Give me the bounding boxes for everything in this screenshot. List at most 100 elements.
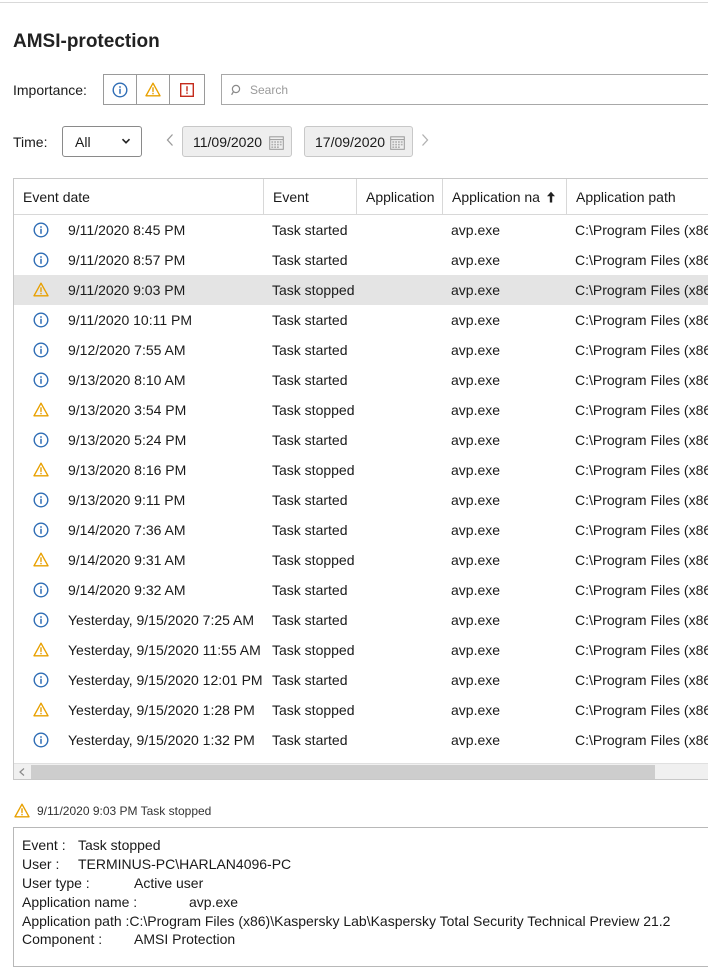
time-label: Time: — [13, 134, 48, 150]
cell-date: Yesterday, 9/15/2020 7:25 AM — [68, 612, 255, 628]
warning-icon — [33, 552, 49, 568]
cell-app-name: avp.exe — [451, 282, 501, 298]
warning-icon — [33, 282, 49, 298]
cell-event: Task stopped — [272, 402, 355, 418]
cell-date: 9/14/2020 9:31 AM — [68, 552, 186, 568]
cell-app-name: avp.exe — [451, 402, 501, 418]
table-row[interactable]: 9/13/2020 8:16 PM Task stopped avp.exe C:\P… — [14, 455, 708, 485]
cell-app-path: C:\Program Files (x86) — [575, 342, 708, 358]
table-row[interactable]: Yesterday, 9/15/2020 1:32 PM Task started… — [14, 725, 708, 755]
table-row[interactable]: 9/13/2020 3:54 PM Task stopped avp.exe C:\P… — [14, 395, 708, 425]
cell-app-path: C:\Program Files (x86) — [575, 732, 708, 748]
cell-app-name: avp.exe — [451, 432, 501, 448]
horizontal-scrollbar[interactable] — [14, 763, 708, 779]
cell-event: Task started — [272, 252, 348, 268]
cell-event: Task stopped — [272, 282, 355, 298]
detail-row-component: Component : AMSI Protection — [22, 931, 236, 947]
table-row[interactable]: 9/13/2020 5:24 PM Task started avp.exe C:\P… — [14, 425, 708, 455]
cell-date: 9/13/2020 8:10 AM — [68, 372, 186, 388]
column-header-application-name[interactable]: Application na — [443, 179, 567, 214]
cell-event: Task started — [272, 312, 348, 328]
scroll-left-arrow-icon[interactable] — [19, 768, 25, 776]
cell-app-name: avp.exe — [451, 612, 501, 628]
date-to-field[interactable]: 17/09/2020 — [304, 126, 413, 157]
page-title: AMSI-protection — [13, 31, 160, 52]
sort-ascending-icon — [546, 191, 555, 202]
table-row[interactable]: 9/13/2020 9:11 PM Task started avp.exe C:\P… — [14, 485, 708, 515]
importance-info-toggle[interactable] — [104, 75, 137, 104]
cell-date: Yesterday, 9/15/2020 12:01 PM — [68, 672, 263, 688]
date-from-field[interactable]: 11/09/2020 — [182, 126, 292, 157]
cell-date: 9/12/2020 7:55 AM — [68, 342, 186, 358]
column-header-event[interactable]: Event — [264, 179, 357, 214]
column-header-event-date[interactable]: Event date — [14, 179, 264, 214]
cell-date: Yesterday, 9/15/2020 1:32 PM — [68, 732, 255, 748]
calendar-icon[interactable] — [269, 135, 284, 150]
cell-app-name: avp.exe — [451, 252, 501, 268]
calendar-icon[interactable] — [390, 135, 405, 150]
search-icon — [231, 84, 241, 95]
table-row[interactable]: 9/14/2020 9:31 AM Task stopped avp.exe C:\P… — [14, 545, 708, 575]
details-panel: Event : Task stopped User : TERMINUS-PC\HA… — [13, 827, 708, 967]
table-row[interactable]: Yesterday, 9/15/2020 7:25 AM Task started… — [14, 605, 708, 635]
search-box[interactable] — [221, 74, 708, 105]
table-row[interactable]: Yesterday, 9/15/2020 1:28 PM Task stopped… — [14, 695, 708, 725]
time-select[interactable]: All — [62, 126, 142, 157]
cell-app-path: C:\Program Files (x86) — [575, 552, 708, 568]
cell-date: Yesterday, 9/15/2020 11:55 AM — [68, 642, 261, 658]
details-header: 9/11/2020 9:03 PM Task stopped — [14, 803, 211, 818]
previous-period-arrow[interactable] — [166, 133, 174, 147]
detail-row-application-name: Application name : avp.exe — [22, 894, 239, 910]
importance-warning-toggle[interactable] — [137, 75, 170, 104]
warning-icon — [33, 702, 49, 718]
cell-app-path: C:\Program Files (x86) — [575, 642, 708, 658]
info-icon — [33, 312, 49, 328]
table-row[interactable]: Yesterday, 9/15/2020 11:55 AM Task stoppe… — [14, 635, 708, 665]
table-row[interactable]: 9/13/2020 8:10 AM Task started avp.exe C:\P… — [14, 365, 708, 395]
info-icon — [33, 342, 49, 358]
table-row[interactable]: 9/11/2020 10:11 PM Task started avp.exe C:\… — [14, 305, 708, 335]
search-input[interactable] — [248, 81, 672, 98]
table-row[interactable]: 9/14/2020 7:36 AM Task started avp.exe C:\P… — [14, 515, 708, 545]
cell-app-path: C:\Program Files (x86) — [575, 222, 708, 238]
cell-date: Yesterday, 9/15/2020 1:28 PM — [68, 702, 255, 718]
warning-icon — [33, 402, 49, 418]
cell-app-name: avp.exe — [451, 552, 501, 568]
table-row[interactable]: 9/11/2020 8:45 PM Task started avp.exe C:\P… — [14, 215, 708, 245]
table-row[interactable]: 9/11/2020 8:57 PM Task started avp.exe C:\P… — [14, 245, 708, 275]
importance-critical-toggle[interactable] — [170, 75, 204, 104]
next-period-arrow[interactable] — [421, 133, 429, 147]
cell-date: 9/13/2020 9:11 PM — [68, 492, 186, 508]
cell-event: Task stopped — [272, 552, 355, 568]
cell-app-path: C:\Program Files (x86) — [575, 462, 708, 478]
cell-app-path: C:\Program Files (x86) — [575, 582, 708, 598]
cell-app-path: C:\Program Files (x86) — [575, 252, 708, 268]
time-select-value: All — [75, 133, 91, 150]
detail-row-application-path: Application path :C:\Program Files (x86)… — [22, 913, 671, 929]
cell-app-path: C:\Program Files (x86) — [575, 372, 708, 388]
cell-app-path: C:\Program Files (x86) — [575, 522, 708, 538]
info-icon — [33, 372, 49, 388]
cell-app-path: C:\Program Files (x86) — [575, 612, 708, 628]
cell-app-path: C:\Program Files (x86) — [575, 312, 708, 328]
scrollbar-thumb[interactable] — [31, 765, 655, 779]
cell-date: 9/13/2020 3:54 PM — [68, 402, 187, 418]
column-header-application-path[interactable]: Application path — [567, 179, 708, 214]
table-row[interactable]: Yesterday, 9/15/2020 12:01 PM Task starte… — [14, 665, 708, 695]
table-row[interactable]: 9/12/2020 7:55 AM Task started avp.exe C:\P… — [14, 335, 708, 365]
cell-app-path: C:\Program Files (x86) — [575, 282, 708, 298]
cell-app-name: avp.exe — [451, 582, 501, 598]
info-icon — [33, 492, 49, 508]
cell-date: 9/14/2020 7:36 AM — [68, 522, 186, 538]
table-row[interactable]: 9/11/2020 9:03 PM Task stopped avp.exe C:\P… — [14, 275, 708, 305]
cell-event: Task started — [272, 672, 348, 688]
column-header-application[interactable]: Application — [357, 179, 443, 214]
cell-app-name: avp.exe — [451, 642, 501, 658]
table-row[interactable]: 9/14/2020 9:32 AM Task started avp.exe C:\P… — [14, 575, 708, 605]
critical-icon — [180, 82, 195, 97]
cell-app-path: C:\Program Files (x86) — [575, 402, 708, 418]
warning-icon — [33, 462, 49, 478]
cell-event: Task started — [272, 372, 348, 388]
cell-app-name: avp.exe — [451, 522, 501, 538]
cell-event: Task started — [272, 522, 348, 538]
